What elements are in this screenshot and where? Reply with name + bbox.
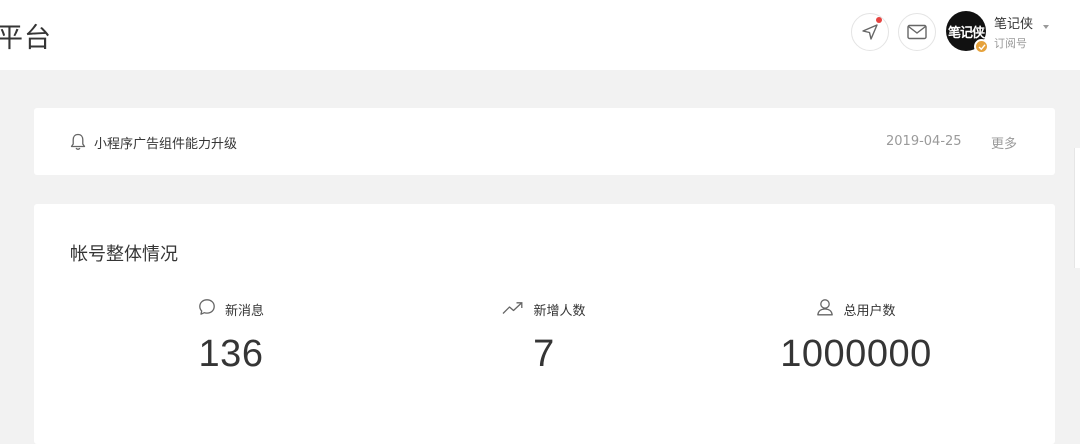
stat-value: 136 (198, 333, 264, 375)
account-name[interactable]: 笔记侠 (994, 13, 1033, 32)
navigation-button[interactable] (851, 13, 889, 51)
navigation-arrow-icon (861, 23, 879, 41)
mail-icon (907, 24, 927, 40)
avatar-text: 笔记侠 (947, 25, 985, 41)
notice-link[interactable]: 小程序广告组件能力升级 (94, 133, 237, 152)
overview-title: 帐号整体情况 (70, 244, 178, 265)
bell-icon (70, 133, 86, 155)
account-avatar[interactable]: 笔记侠 (946, 11, 989, 54)
stat-value: 7 (533, 333, 555, 375)
stat-label: 新消息 (224, 303, 264, 319)
side-panel-edge (1074, 148, 1080, 268)
trend-up-icon (502, 300, 524, 319)
mail-button[interactable] (898, 13, 936, 51)
user-icon (816, 298, 834, 320)
verified-badge-icon (974, 39, 989, 54)
stat-total-users[interactable]: 总用户数 1000000 (756, 298, 956, 376)
account-overview-card: 帐号整体情况 新消息 136 新增人数 7 总用户数 1000000 (34, 204, 1055, 444)
chevron-down-icon[interactable] (1043, 25, 1049, 29)
stat-new-messages[interactable]: 新消息 136 (131, 298, 331, 376)
platform-title: 平台 (0, 23, 52, 54)
chat-bubble-icon (198, 298, 216, 320)
stat-label: 新增人数 (533, 303, 586, 319)
notice-date: 2019-04-25 (886, 134, 962, 149)
notification-dot (876, 17, 882, 23)
notice-card: 小程序广告组件能力升级 2019-04-25 更多 (34, 108, 1055, 175)
stat-new-followers[interactable]: 新增人数 7 (444, 298, 644, 376)
stat-label: 总用户数 (843, 303, 896, 319)
stat-value: 1000000 (780, 333, 932, 375)
more-link[interactable]: 更多 (991, 133, 1017, 152)
account-type: 订阅号 (994, 37, 1027, 50)
top-bar: 平台 笔记侠 笔记侠 订阅号 (0, 0, 1080, 70)
